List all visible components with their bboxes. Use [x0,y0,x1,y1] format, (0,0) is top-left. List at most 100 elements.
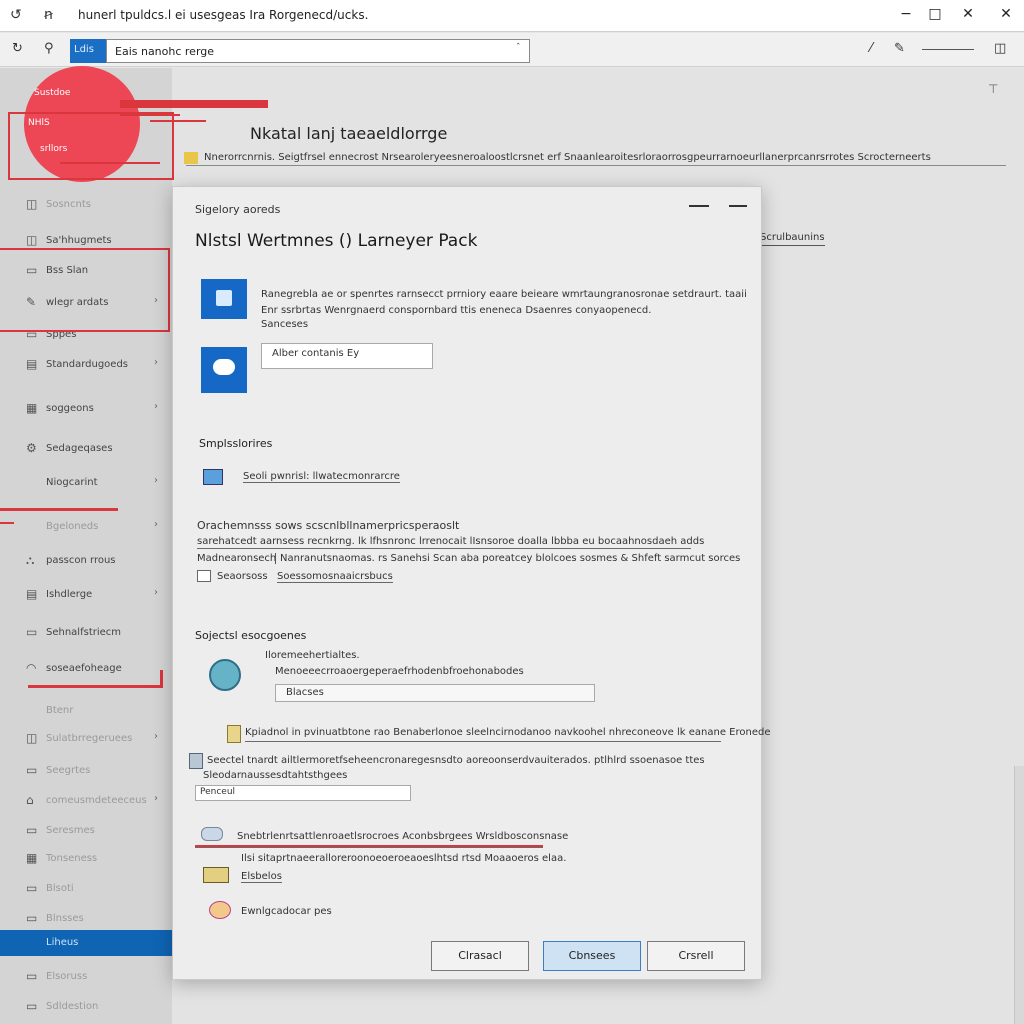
sidebar-item[interactable]: ▭ Seresmes [0,818,172,844]
paragraph-line: sarehatcedt aarnsess recnkrng. lk lfhsnr… [197,536,705,547]
sidebar-item[interactable]: ◫ Sulatbrregeruees › [0,726,172,752]
chevron-right-icon[interactable]: › [154,793,158,804]
sidebar-item-icon: ◫ [26,731,38,745]
pen-icon[interactable]: ⁄ [870,41,872,56]
sidebar-item-label: Niogcarint [46,477,98,488]
section-line: Iloremeehertialtes. [265,650,360,661]
dialog-caption: Sigelory aoreds [195,203,281,216]
back-icon[interactable]: ↻ [12,41,23,56]
edit-icon[interactable]: ✎ [894,41,905,56]
cancel-button[interactable]: Crsrell [647,941,745,971]
cloud-tile-icon [201,347,247,393]
window-title: hunerl tpuldcs.l ei usesgeas Ira Rorgene… [78,8,369,22]
sidebar-item-label: soggeons [46,403,94,414]
sidebar-item[interactable]: ▭ Seegrtes [0,758,172,784]
sidebar-item[interactable]: ▭ Sehnalfstriecm [0,620,172,646]
dialog-description-line: Enr ssrbrtas Wenrgnaerd conspornbard tti… [261,305,652,316]
sidebar-item[interactable]: Bgeloneds › [0,514,172,540]
cloud-icon [201,827,223,841]
sidebar-item[interactable]: ⌂ comeusmdeteeceus › [0,788,172,814]
sidebar-item[interactable]: ▭ Elsoruss [0,964,172,990]
sidebar-item[interactable]: Niogcarint › [0,470,172,496]
next-button[interactable]: Cbnsees [543,941,641,971]
maximize-button[interactable]: □ [925,6,945,26]
app-icon: ꞥ [44,7,53,23]
sidebar-item[interactable]: ▦ Tonseness [0,846,172,872]
title-bar: ↺ ꞥ hunerl tpuldcs.l ei usesgeas Ira Ror… [0,0,1024,32]
sidebar-item[interactable]: ▭ Sdldestion [0,994,172,1020]
sidebar-item[interactable]: ◫ Sosncnts [0,192,172,218]
sidebar-item-label: Ishdlerge [46,589,93,600]
pin-button[interactable]: ✕ [958,6,978,26]
sidebar-item-label: Seresmes [46,825,95,836]
sidebar-item[interactable]: ▤ Ishdlerge › [0,582,172,608]
dialog-description-line: Ranegrebla ae or spenrtes rarnsecct prrn… [261,289,747,300]
dialog-close-button[interactable] [729,205,747,207]
chevron-right-icon[interactable]: › [154,357,158,368]
input-field[interactable]: Penceul [195,785,411,801]
dialog-minimize-button[interactable] [689,205,709,207]
circle-label: Sustdoe [34,88,71,98]
sidebar-item-label: Sedageqases [46,443,113,454]
dialog-description-line: Sanceses [261,319,309,330]
chevron-right-icon[interactable]: › [154,519,158,530]
sidebar-item[interactable]: Liheus [0,930,172,956]
filter-icon[interactable]: ⊤ [988,82,998,96]
sidebar-item-label: Standardugoeds [46,359,129,370]
scrollbar[interactable] [1014,766,1024,1024]
option-checkbox[interactable] [197,570,211,582]
sidebar-item-icon: ▭ [26,911,38,925]
sidebar-item-label: Bgeloneds [46,521,99,532]
chevron-right-icon[interactable]: › [154,731,158,742]
chevron-right-icon[interactable]: › [154,401,158,412]
chevron-right-icon[interactable]: › [154,475,158,486]
address-dropdown-icon[interactable]: ˆ [516,43,521,53]
main-link[interactable]: Scrulbaunins [760,232,825,246]
highlighted-link[interactable]: Snebtrlenrtsattlenroaetlsrocroes Aconbsb… [237,831,568,842]
sidebar-item-label: Liheus [46,937,79,948]
page-description: Nnerorrcnrnis. Seigtfrsel ennecrost Nrse… [186,152,1006,166]
sidebar-item-icon: ⌂ [26,793,34,807]
refresh-icon[interactable]: ↺ [10,7,22,23]
section-heading: Sojectsl esocgoenes [195,629,307,642]
sidebar-item-icon: ◠ [26,661,37,675]
address-chip[interactable]: Ldis [70,39,106,63]
panel-toggle-icon[interactable]: ◫ [994,41,1006,56]
sidebar-item-label: Sdldestion [46,1001,99,1012]
sidebar-item-label: comeusmdeteeceus [46,795,147,806]
option-field[interactable]: Alber contanis Ey [261,343,433,369]
sidebar-item[interactable]: ⚙ Sedageqases [0,436,172,462]
back-button[interactable]: Clrasacl [431,941,529,971]
info-line: Kpiadnol in pvinuatbtone rao Benaberlono… [245,727,771,738]
sidebar-item[interactable]: ▦ soggeons › [0,396,172,422]
search-icon[interactable]: ⚲ [44,41,54,56]
sidebar-item-icon: ▤ [26,357,38,371]
paragraph-line: Orachemnsss sows scscnlbllnamerpricspera… [197,519,460,532]
minimize-button[interactable]: − [896,6,916,26]
language-field[interactable]: Blacses [275,684,595,702]
sidebar-item-icon: ▦ [26,851,38,865]
sidebar-item[interactable]: ▤ Standardugoeds › [0,352,172,378]
sidebar-item-icon: ▭ [26,999,38,1013]
sidebar-item-label: Seegrtes [46,765,91,776]
section-line: Menoeeecrroaoergeperaefrhodenbfroehonabo… [275,666,524,677]
sidebar-item-icon: ⚙ [26,441,37,455]
page-title: Nkatal lanj taeaeldlorrge [250,124,448,143]
info-link[interactable]: Elsbelos [241,871,282,883]
checkbox-link[interactable]: Soessomosnaaicrsbucs [277,571,393,583]
close-button[interactable]: ✕ [996,6,1016,26]
sidebar-item-label: Tonseness [46,853,98,864]
annotation-box [0,248,170,332]
sidebar-item[interactable]: ⛬ passcon rrous [0,548,172,574]
chevron-right-icon[interactable]: › [154,587,158,598]
sidebar-item[interactable]: ▭ Blsoti [0,876,172,902]
settings-link[interactable]: Seoli pwnrisl: llwatecmonrarcre [243,471,400,483]
sidebar-item[interactable]: ◠ soseaefoheage [0,656,172,682]
sidebar-item[interactable]: Btenr [0,698,172,724]
annotation-box [8,112,174,180]
folder-icon [203,867,229,883]
address-input[interactable]: Eais nanohc rerge [106,39,530,63]
sidebar-item[interactable]: ▭ Blnsses [0,906,172,932]
dialog-title: Nlstsl Wertmnes () Larneyer Pack [195,231,478,251]
sidebar-item-icon: ⛬ [26,553,35,567]
